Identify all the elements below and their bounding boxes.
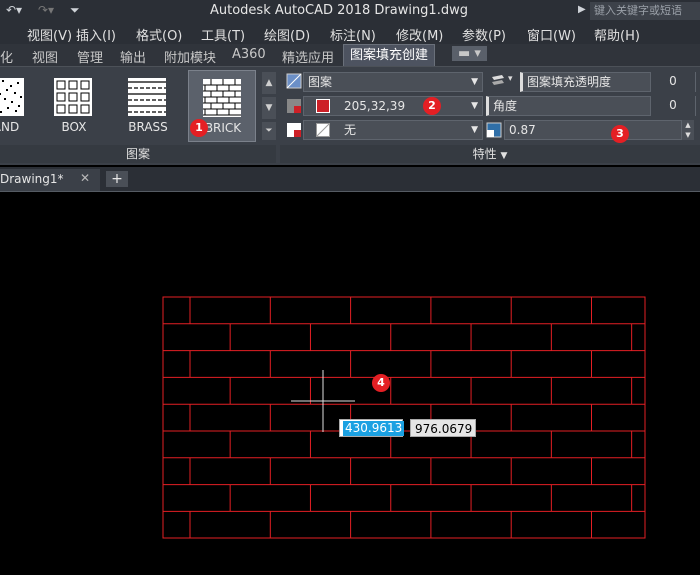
dynamic-input-y[interactable]: 976.0679	[410, 419, 476, 437]
annotation-badge-4: 4	[372, 374, 390, 392]
brick-hatch	[162, 296, 646, 539]
hatch-drawing	[162, 296, 646, 539]
dynamic-input-x[interactable]: 430.9613	[339, 419, 405, 437]
coord-x-value: 430.9613	[343, 421, 405, 436]
